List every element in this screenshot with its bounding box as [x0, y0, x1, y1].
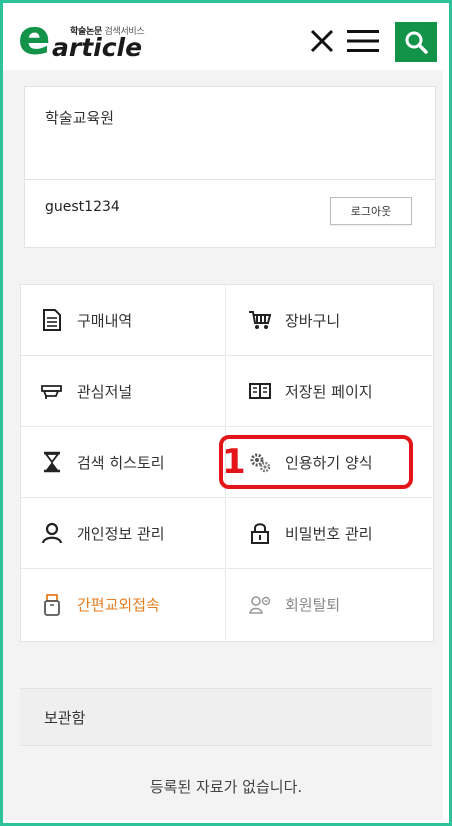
menu-item-withdraw-membership[interactable]: 회원탈퇴	[227, 569, 432, 640]
earticle-logo[interactable]: e 학술논문 검색서비스 article	[18, 14, 168, 65]
menu-item-search-history[interactable]: 검색 히스토리	[21, 427, 226, 498]
hourglass-icon	[41, 451, 63, 473]
search-button[interactable]	[395, 22, 437, 62]
menu-item-label: 회원탈퇴	[285, 596, 341, 614]
menu-item-label: 저장된 페이지	[285, 382, 373, 401]
user-remove-icon	[249, 594, 271, 616]
menu-item-label: 간편교외접속	[77, 596, 160, 614]
menu-item-label: 개인정보 관리	[77, 524, 165, 543]
close-icon	[310, 29, 334, 53]
person-icon	[41, 522, 63, 544]
menu-item-purchase-history[interactable]: 구매내역	[21, 285, 226, 356]
empty-message: 등록된 자료가 없습니다.	[149, 778, 303, 796]
menu-item-label: 장바구니	[285, 311, 341, 330]
menu-item-label: 비밀번호 관리	[285, 524, 373, 543]
cart-icon	[249, 309, 271, 331]
highlight-number: 1	[222, 442, 246, 482]
search-icon	[405, 31, 428, 54]
user-panel: 학술교육원 guest1234 로그아웃	[24, 86, 436, 248]
menu-item-label: 관심저널	[77, 382, 133, 401]
menu-item-label: 검색 히스토리	[77, 453, 165, 472]
menu-button[interactable]	[347, 24, 379, 58]
document-icon	[41, 309, 63, 331]
panel-divider	[25, 179, 435, 180]
book-icon	[249, 380, 271, 402]
saved-box-title: 보관함	[44, 709, 86, 727]
hamburger-menu-icon	[347, 30, 379, 52]
close-button[interactable]	[306, 24, 338, 58]
menu-item-easy-remote-access[interactable]: 간편교외접속	[21, 569, 226, 640]
menu-item-label: 구매내역	[77, 311, 133, 330]
folder-icon	[41, 380, 63, 402]
usb-icon	[41, 593, 63, 616]
menu-item-favorite-journals[interactable]: 관심저널	[21, 356, 226, 427]
highlight-box	[219, 435, 413, 489]
menu-item-cart[interactable]: 장바구니	[227, 285, 432, 356]
lock-icon	[249, 522, 271, 544]
organization-name: 학술교육원	[45, 109, 115, 127]
menu-item-password[interactable]: 비밀번호 관리	[227, 498, 432, 569]
menu-item-personal-info[interactable]: 개인정보 관리	[21, 498, 226, 569]
saved-box[interactable]: 보관함	[20, 688, 432, 746]
logo-letter: e	[18, 10, 51, 66]
logo-word: article	[52, 33, 143, 62]
username: guest1234	[45, 199, 120, 215]
menu-item-saved-pages[interactable]: 저장된 페이지	[227, 356, 432, 427]
logout-button[interactable]: 로그아웃	[330, 197, 412, 225]
